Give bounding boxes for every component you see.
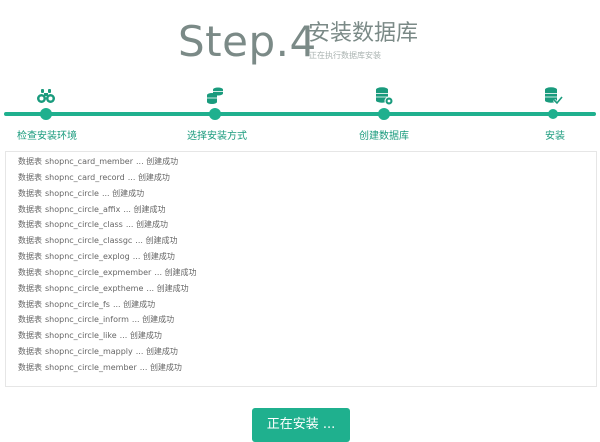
installing-button[interactable]: 正在安装 ... (252, 408, 350, 442)
log-item: 数据表 shopnc_circle_member... 创建成功 (18, 360, 596, 376)
log-status: ... 创建成功 (119, 331, 162, 341)
log-prefix: 数据表 (18, 347, 42, 357)
step-name: 安装数据库 (308, 21, 419, 46)
log-item: 数据表 shopnc_circle_classgc... 创建成功 (18, 233, 596, 249)
log-table-name: shopnc_circle_inform (45, 315, 129, 325)
log-table-name: shopnc_circle_class (45, 220, 123, 230)
log-table-name: shopnc_card_record (45, 172, 125, 182)
log-table-name: shopnc_card_member (45, 157, 134, 166)
stage-label-3: 创建数据库 (359, 131, 409, 142)
log-prefix: 数据表 (18, 267, 42, 277)
log-status: ... 创建成功 (127, 172, 170, 182)
log-status: ... 创建成功 (146, 283, 189, 293)
log-item: 数据表 shopnc_circle_affix... 创建成功 (18, 202, 596, 218)
log-prefix: 数据表 (18, 299, 42, 309)
log-table-name: shopnc_circle_explog (45, 252, 130, 262)
stage-label-2: 选择安装方式 (187, 131, 247, 142)
log-table-name: shopnc_circle_fs (45, 299, 110, 309)
progress-steps: 检查安装环境 选择安装方式 创建数据库 安装 (0, 80, 600, 150)
binoculars-icon (36, 86, 56, 106)
log-table-name: shopnc_circle_like (45, 331, 117, 341)
progress-line (4, 112, 596, 116)
database-settings-icon (374, 86, 394, 106)
log-table-name: shopnc_circle_classgc (45, 236, 133, 246)
log-status: ... 创建成功 (112, 299, 156, 309)
step-subtitle: 正在执行数据库安装 (309, 51, 381, 60)
log-prefix: 数据表 (18, 157, 42, 166)
log-item: 数据表 shopnc_card_member... 创建成功 (18, 154, 596, 170)
log-prefix: 数据表 (18, 315, 42, 325)
database-coins-icon (205, 86, 225, 106)
log-item: 数据表 shopnc_circle_inform... 创建成功 (18, 312, 596, 328)
database-check-icon (543, 86, 564, 106)
log-item: 数据表 shopnc_card_record... 创建成功 (18, 170, 596, 186)
stage-dot-3 (378, 108, 390, 120)
stage-dot-1 (40, 108, 52, 120)
log-table-name: shopnc_circle (45, 188, 99, 198)
log-prefix: 数据表 (18, 236, 42, 246)
log-prefix: 数据表 (18, 220, 42, 230)
log-item: 数据表 shopnc_circle_exptheme... 创建成功 (18, 281, 596, 297)
install-log[interactable]: 数据表 shopnc_card_member... 创建成功 数据表 shopnc_c… (5, 151, 597, 387)
log-item: 数据表 shopnc_circle_expmember... 创建成功 (18, 265, 596, 281)
log-prefix: 数据表 (18, 172, 42, 182)
stage-dot-4 (548, 109, 558, 119)
log-table-name: shopnc_circle_member (45, 362, 137, 372)
log-status: ... 创建成功 (125, 220, 168, 230)
log-status: ... 创建成功 (123, 204, 166, 214)
log-status: ... 创建成功 (131, 315, 175, 325)
stage-label-4: 安装 (545, 131, 565, 142)
log-status: ... 创建成功 (154, 267, 197, 277)
log-table-name: shopnc_circle_exptheme (45, 283, 144, 293)
stage-label-1: 检查安装环境 (17, 131, 77, 142)
log-prefix: 数据表 (18, 362, 42, 372)
log-prefix: 数据表 (18, 188, 42, 198)
log-item: 数据表 shopnc_circle_like... 创建成功 (18, 328, 596, 344)
log-table-name: shopnc_circle_affix (45, 204, 121, 214)
log-prefix: 数据表 (18, 252, 42, 262)
log-prefix: 数据表 (18, 204, 42, 214)
log-item: 数据表 shopnc_circle... 创建成功 (18, 186, 596, 202)
log-status: ... 创建成功 (101, 188, 145, 198)
stage-dot-2 (209, 108, 221, 120)
log-prefix: 数据表 (18, 283, 42, 293)
step-title: Step.4 (178, 17, 317, 66)
log-status: ... 创建成功 (139, 362, 182, 372)
log-list: 数据表 shopnc_card_member... 创建成功 数据表 shopnc_c… (6, 152, 596, 376)
log-status: ... 创建成功 (135, 236, 178, 246)
log-item: 数据表 shopnc_circle_mapply... 创建成功 (18, 344, 596, 360)
log-status: ... 创建成功 (136, 157, 179, 166)
log-table-name: shopnc_circle_expmember (45, 267, 152, 277)
log-status: ... 创建成功 (135, 347, 178, 357)
log-item: 数据表 shopnc_circle_explog... 创建成功 (18, 249, 596, 265)
log-item: 数据表 shopnc_circle_class... 创建成功 (18, 217, 596, 233)
log-table-name: shopnc_circle_mapply (45, 347, 133, 357)
log-prefix: 数据表 (18, 331, 42, 341)
log-item: 数据表 shopnc_circle_fs... 创建成功 (18, 297, 596, 313)
log-status: ... 创建成功 (132, 252, 175, 262)
header: Step.4 安装数据库 正在执行数据库安装 (0, 0, 600, 80)
